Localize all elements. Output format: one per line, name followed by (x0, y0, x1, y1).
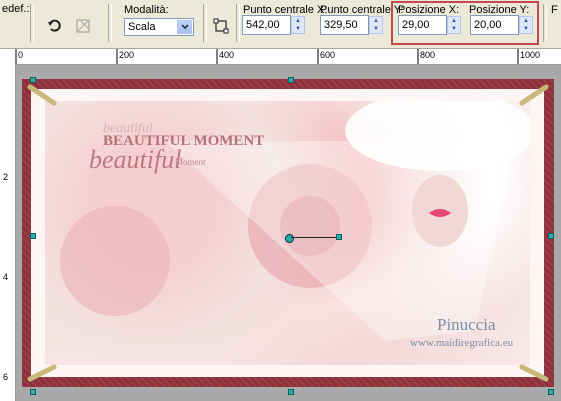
transform-handle-right[interactable] (548, 233, 554, 239)
ruler-tick-label: 1000 (520, 50, 541, 60)
spin-down-icon[interactable]: ▼ (373, 26, 379, 32)
mode-select[interactable]: Scala (124, 18, 194, 36)
rotation-pivot-handle[interactable] (285, 234, 294, 243)
preset-label: edef.: (2, 3, 30, 15)
refresh-icon (48, 19, 61, 32)
transform-handle-top-left[interactable] (30, 77, 36, 83)
spin-down-icon[interactable]: ▼ (295, 26, 301, 32)
rotation-arm (291, 237, 339, 238)
spin-up-icon[interactable]: ▲ (373, 18, 379, 24)
transform-handle-top[interactable] (288, 77, 294, 83)
center-y-input[interactable]: 329,50 (320, 15, 369, 35)
ruler-tick-label: 600 (320, 50, 336, 60)
transform-handle-bottom[interactable] (288, 389, 294, 395)
tool-options-toolbar: edef.: Modalità: Scala Punto centrale X:… (0, 0, 561, 49)
center-x-value: 542,00 (246, 19, 280, 31)
vertical-ruler: 2 4 6 (0, 64, 16, 401)
rotation-handle[interactable] (336, 234, 342, 240)
transform-handle-left[interactable] (30, 233, 36, 239)
mode-select-value: Scala (128, 21, 156, 33)
ruler-ticks (15, 49, 519, 64)
chevron-down-icon (180, 24, 189, 30)
deform-button[interactable] (72, 15, 94, 37)
toolbar-separator (203, 4, 207, 42)
center-y-value: 329,50 (324, 19, 358, 31)
mode-label: Modalità: (124, 4, 169, 16)
ruler-tick-label: 0 (18, 50, 24, 60)
ruler-tick-label: 4 (3, 272, 9, 282)
ruler-tick-label: 800 (420, 50, 436, 60)
reset-button[interactable] (44, 15, 66, 37)
image-frame[interactable]: BEAUTIFUL MOMENT beautiful beautiful Mom… (22, 79, 554, 387)
toolbar-separator (236, 4, 240, 42)
toolbar-separator (30, 4, 34, 42)
select-area-button[interactable] (210, 15, 232, 37)
toolbar-separator (108, 4, 112, 42)
center-x-input[interactable]: 542,00 (242, 15, 291, 35)
deform-icon (76, 19, 90, 33)
toolbar-separator (543, 4, 547, 42)
ruler-tick-label: 200 (119, 50, 135, 60)
transform-handle-bottom-left[interactable] (30, 389, 36, 395)
corner-decorations (27, 84, 549, 382)
select-rect-icon (213, 18, 229, 34)
ruler-tick-label: 400 (219, 50, 235, 60)
spin-up-icon[interactable]: ▲ (295, 18, 301, 24)
ruler-tick-label: 6 (3, 372, 9, 382)
mode-dropdown-button[interactable] (177, 20, 192, 34)
next-field-label: F (551, 4, 558, 16)
center-y-spinner[interactable]: ▲ ▼ (369, 16, 383, 34)
transform-handle-bottom-right[interactable] (548, 389, 554, 395)
ruler-tick-label: 2 (3, 172, 9, 182)
position-highlight-box (391, 1, 539, 45)
horizontal-ruler: 0 200 400 600 800 1000 (0, 49, 561, 65)
center-x-spinner[interactable]: ▲ ▼ (291, 16, 305, 34)
